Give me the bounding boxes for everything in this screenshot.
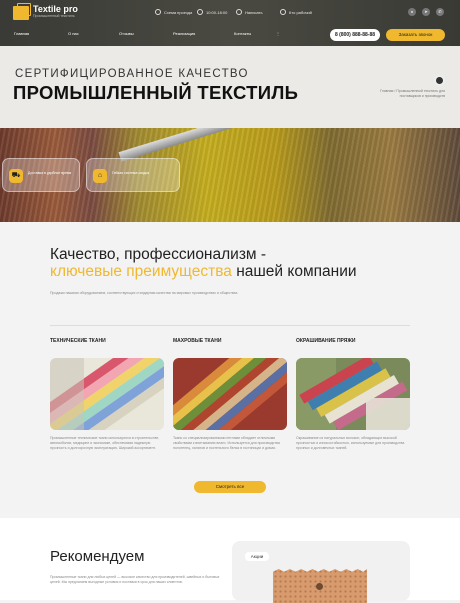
logo-icon[interactable]	[13, 3, 31, 20]
hero-scroll-dot[interactable]	[434, 75, 445, 86]
nav-more-icon[interactable]: ⋮	[276, 31, 280, 36]
nav-home[interactable]: Главная	[14, 31, 29, 36]
fabric-swatches-image	[50, 358, 164, 430]
nav-contacts[interactable]: Контакты	[234, 31, 251, 36]
info-directions-label: Схема проезда	[164, 9, 193, 15]
feature-discounts: ⌂ Гибкая система скидок	[86, 158, 180, 192]
category-card-technical[interactable]: ТЕХНИЧЕСКИЕ ТКАНИ Промышленные техническ…	[50, 338, 164, 451]
intro-text: Продажи нашими оборудованием, соответств…	[50, 291, 239, 295]
whatsapp-icon[interactable]: ✆	[436, 8, 444, 16]
category-description: Промышленные технические ткани использую…	[50, 436, 160, 450]
category-title[interactable]: ОКРАШИВАНИЕ ПРЯЖИ	[296, 338, 410, 350]
telegram-icon[interactable]: ➤	[422, 8, 430, 16]
fabric-swatches-image	[173, 358, 287, 430]
brand-subtitle: Промышленный текстиль	[33, 14, 75, 18]
info-hours-label: 10:00-18:00	[206, 9, 228, 15]
category-description: Ткань со специализированными петлями обл…	[173, 436, 280, 450]
promo-badge: Акции	[245, 552, 269, 561]
intro-title-line2: ключевые преимущества нашей компании	[50, 263, 357, 281]
view-all-button[interactable]: Смотреть все	[194, 481, 266, 493]
phone-button[interactable]: 8 (800) 888-88-88	[330, 29, 380, 41]
nav-reviews[interactable]: Отзывы	[119, 31, 134, 36]
category-description: Окрашивание из натуральных волокон, обла…	[296, 436, 405, 450]
fabric-button-icon	[316, 583, 323, 590]
category-title[interactable]: МАХРОВЫЕ ТКАНИ	[173, 338, 287, 350]
info-contact[interactable]: Кто рабочий	[280, 9, 312, 15]
nav-about[interactable]: О нас	[68, 31, 79, 36]
intro-title-rest: нашей компании	[231, 263, 357, 280]
hero-title: ПРОМЫШЛЕННЫЙ ТЕКСТИЛЬ	[13, 82, 299, 103]
fabric-swatches-image	[296, 358, 410, 430]
feature-delivery: ⛟ Доставка в удобное время	[2, 158, 80, 192]
call-request-button[interactable]: Заказать звонок	[386, 29, 445, 41]
document-icon	[155, 9, 161, 15]
mail-icon	[236, 9, 242, 15]
site-header: Textile pro Промышленный текстиль Схема …	[0, 0, 460, 46]
feature-discounts-text: Гибкая система скидок	[112, 171, 150, 175]
category-card-terry[interactable]: МАХРОВЫЕ ТКАНИ Ткань со специализированн…	[173, 338, 287, 451]
info-write-label: Написать	[245, 9, 263, 15]
info-hours: 10:00-18:00	[197, 9, 227, 15]
info-directions[interactable]: Схема проезда	[155, 9, 192, 15]
nav-projects[interactable]: Реализация	[173, 31, 195, 36]
recommend-title: Рекомендуем	[50, 548, 145, 565]
category-image-yarn[interactable]	[296, 358, 410, 430]
category-card-yarn[interactable]: ОКРАШИВАНИЕ ПРЯЖИ Окрашивание из натурал…	[296, 338, 410, 451]
category-image-terry[interactable]	[173, 358, 287, 430]
hero-subtitle: СЕРТИФИЦИРОВАННОЕ КАЧЕСТВО	[15, 68, 249, 80]
intro-title-accent: ключевые преимущества	[50, 263, 232, 280]
intro-title-line1: Качество, профессионализм -	[50, 246, 267, 263]
info-write[interactable]: Написать	[236, 9, 263, 15]
category-title[interactable]: ТЕХНИЧЕСКИЕ ТКАНИ	[50, 338, 164, 350]
phone-icon	[280, 9, 286, 15]
info-contact-label: Кто рабочий	[289, 9, 312, 15]
brand-name[interactable]: Textile pro	[33, 4, 78, 14]
feature-delivery-text: Доставка в удобное время	[28, 171, 72, 175]
box-icon: ⌂	[93, 169, 107, 183]
breadcrumb[interactable]: Главная / Промышленный текстиль для пост…	[360, 89, 445, 99]
truck-icon: ⛟	[9, 169, 23, 183]
clock-icon	[197, 9, 203, 15]
category-image-technical[interactable]	[50, 358, 164, 430]
vk-icon[interactable]: в	[408, 8, 416, 16]
section-divider	[50, 325, 410, 326]
recommend-text: Промышленные ткани для любых целей — выс…	[50, 575, 220, 584]
